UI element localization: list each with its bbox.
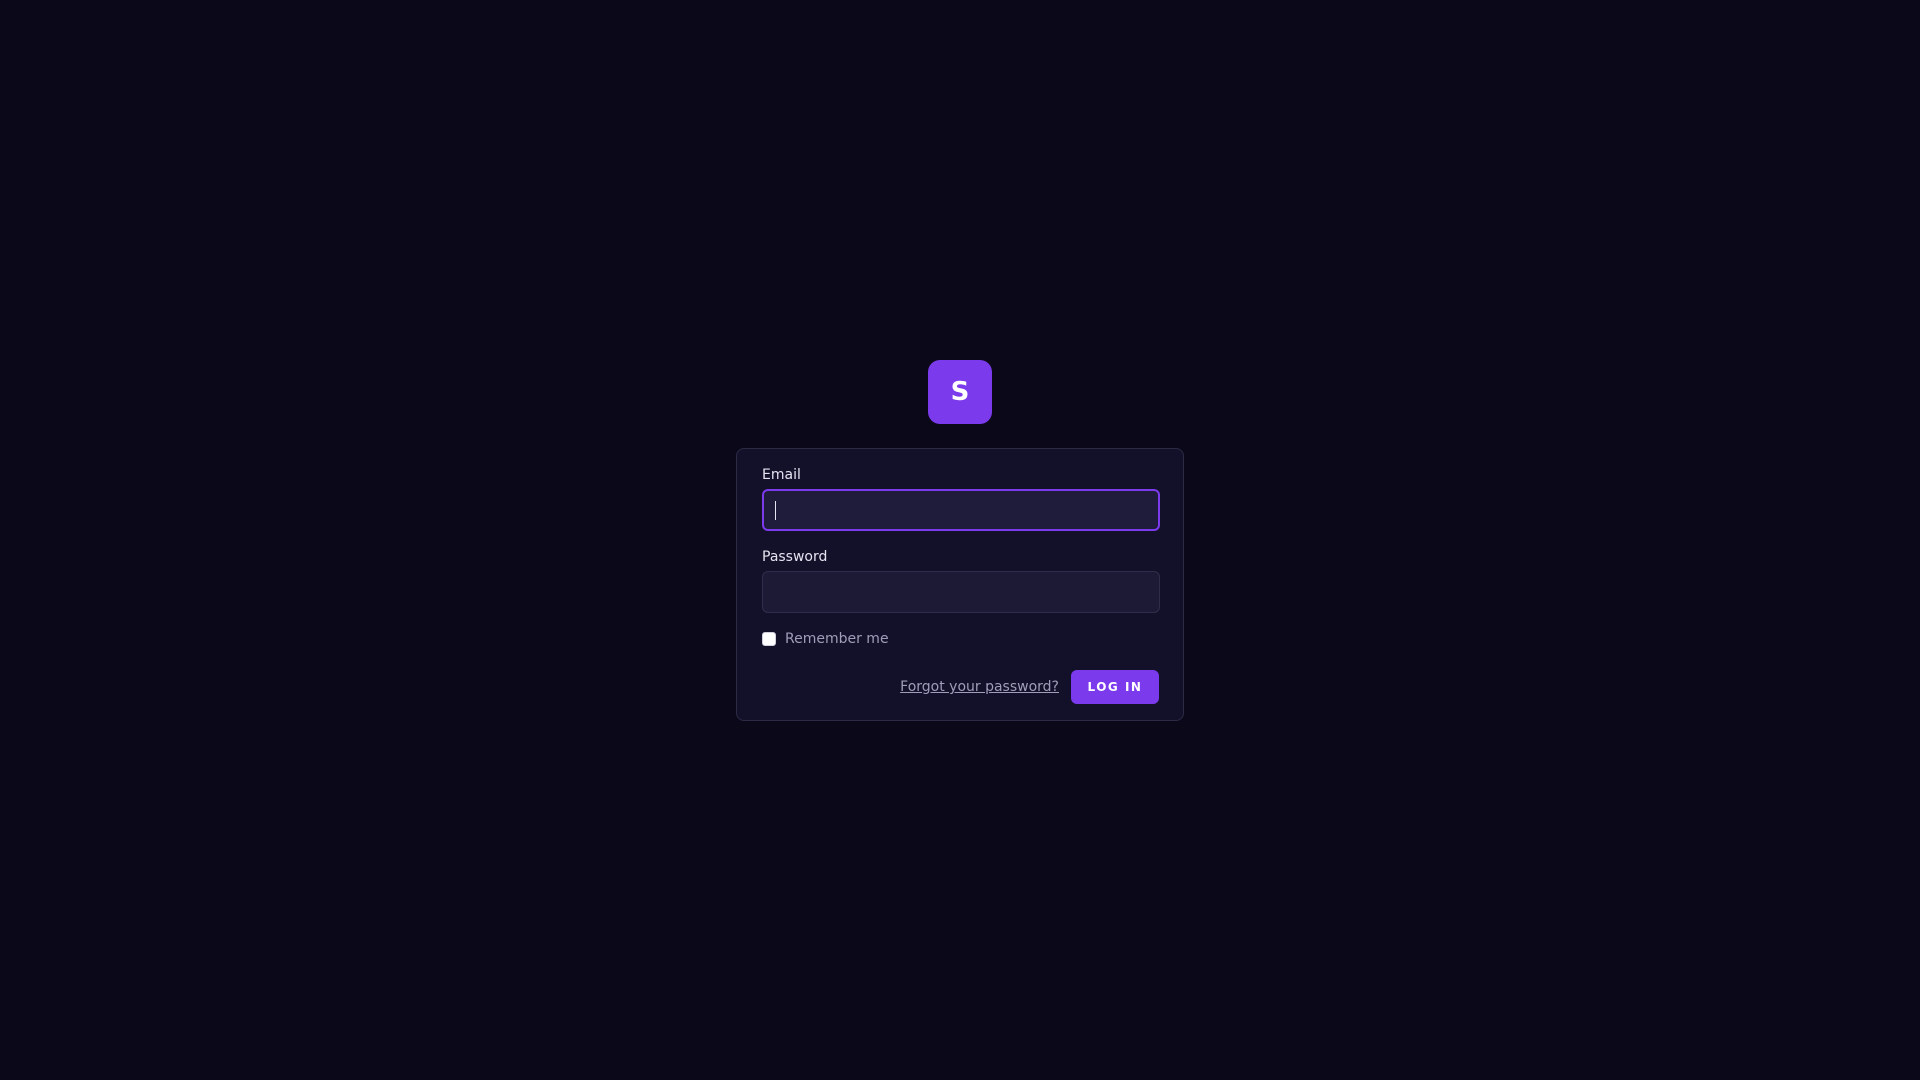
logo-letter: S bbox=[950, 377, 970, 407]
email-label: Email bbox=[762, 467, 801, 483]
password-input[interactable] bbox=[762, 571, 1160, 613]
app-logo: S bbox=[928, 360, 992, 424]
login-button[interactable]: LOG IN bbox=[1071, 670, 1159, 704]
password-label: Password bbox=[762, 549, 828, 565]
login-card: Email Password Remember me Forgot your p… bbox=[736, 448, 1184, 721]
text-cursor bbox=[775, 501, 776, 520]
remember-me-label[interactable]: Remember me bbox=[785, 630, 889, 648]
remember-me-checkbox[interactable] bbox=[762, 632, 776, 646]
login-page: S Email Password Remember me Forgot your… bbox=[0, 0, 1920, 1080]
email-input[interactable] bbox=[762, 489, 1160, 531]
forgot-password-link[interactable]: Forgot your password? bbox=[900, 678, 1059, 696]
remember-me-row[interactable]: Remember me bbox=[762, 630, 889, 648]
